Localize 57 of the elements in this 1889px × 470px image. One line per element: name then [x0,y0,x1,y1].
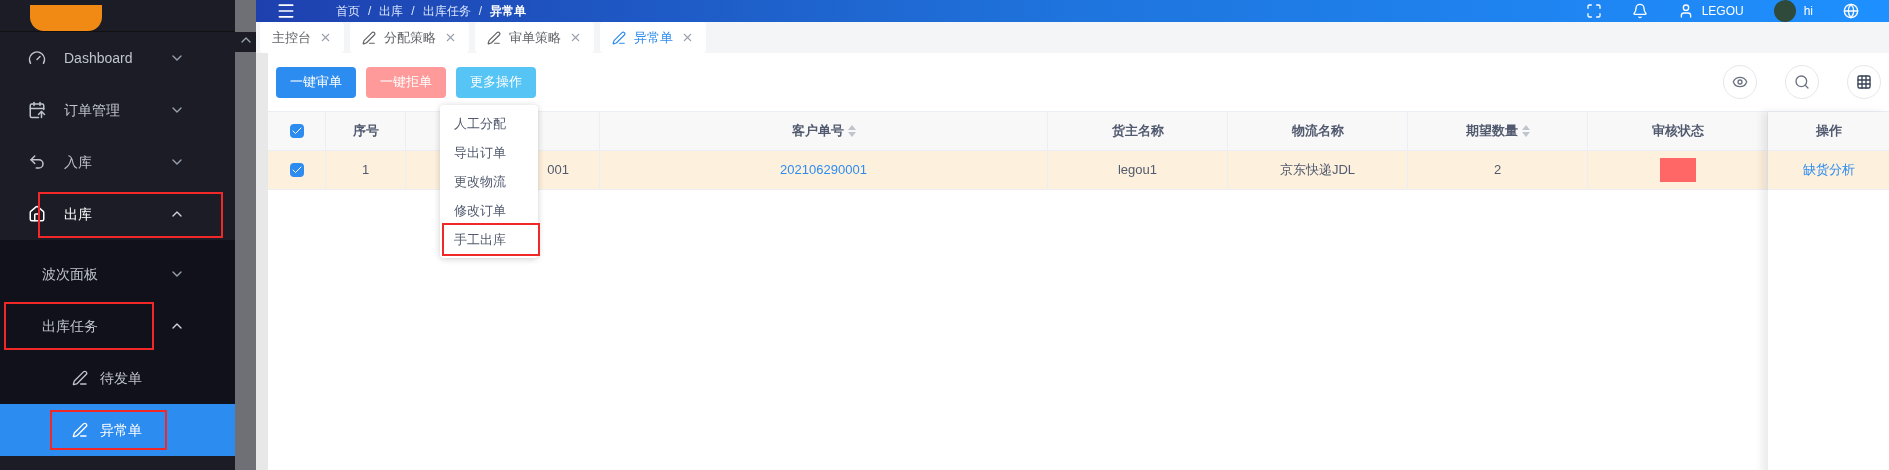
menu-item-icon [28,101,46,119]
status-badge [1659,158,1696,182]
tab[interactable]: 分配策略 [350,22,469,53]
close-icon[interactable] [569,31,582,44]
submenu-item[interactable]: 出库任务 [0,300,235,352]
column-title: 期望数量 [1465,122,1518,141]
search-icon [1794,74,1810,90]
pen-icon [72,370,88,386]
checkbox[interactable] [289,124,304,138]
column-header: 操作 [1768,112,1889,151]
sidebar-item[interactable]: Dashboard [0,32,235,84]
grid-icon [1856,74,1872,90]
column-title: 货主名称 [1111,122,1164,141]
sidebar-item[interactable]: 订单管理 [0,84,235,136]
column-title: 客户单号 [791,122,844,141]
avatar[interactable] [1773,0,1796,22]
close-icon[interactable] [444,31,457,44]
table-cell: legou1 [1048,151,1228,190]
menu-item[interactable]: 人工分配 [440,109,538,138]
scrollbar[interactable] [235,0,256,470]
breadcrumb-link[interactable]: 出库 [379,2,404,20]
column-title: 物流名称 [1291,122,1344,141]
breadcrumb-link[interactable]: 首页 [336,2,360,20]
eye-icon [1732,74,1748,90]
tab[interactable]: 主控台 [260,22,344,53]
breadcrumb-separator: / [478,3,483,20]
menu-item-icon [28,49,46,67]
menu-item[interactable]: 手工出库 [440,225,538,254]
breadcrumb-separator: / [411,3,415,20]
menu-item-icon [28,205,46,223]
menu-item-icon [28,153,46,171]
submenu-item[interactable]: 波次面板 [0,248,235,300]
globe-icon[interactable] [1843,3,1859,19]
column-title: 审核状态 [1651,122,1704,141]
menu-icon[interactable] [276,1,296,21]
table-cell: 京东快递JDL [1228,151,1408,190]
breadcrumb-current: 异常单 [490,3,527,20]
submenu-item[interactable]: 待发单 [0,352,235,404]
table-cell: 2 [1408,151,1588,190]
breadcrumb-separator: / [368,3,372,20]
close-icon[interactable] [681,31,694,44]
column-title: 序号 [352,122,379,141]
logo-icon [30,5,102,31]
table-cell: 1 [326,151,406,190]
fullscreen-icon[interactable] [1585,3,1602,19]
table-cell: 202106290001 [600,151,1048,190]
close-icon[interactable] [319,31,332,44]
sidebar-item[interactable]: 出库 [0,188,235,240]
bell-icon[interactable] [1631,3,1648,19]
breadcrumb-link[interactable]: 出库任务 [422,2,471,20]
checkbox[interactable] [289,163,304,177]
menu-item[interactable]: 修改订单 [440,196,538,225]
sidebar-item[interactable]: 入库 [0,136,235,188]
greeting-text: hi [1803,3,1813,20]
tab[interactable]: 审单策略 [475,22,594,53]
pen-icon [72,422,88,438]
tab[interactable]: 异常单 [600,22,706,53]
